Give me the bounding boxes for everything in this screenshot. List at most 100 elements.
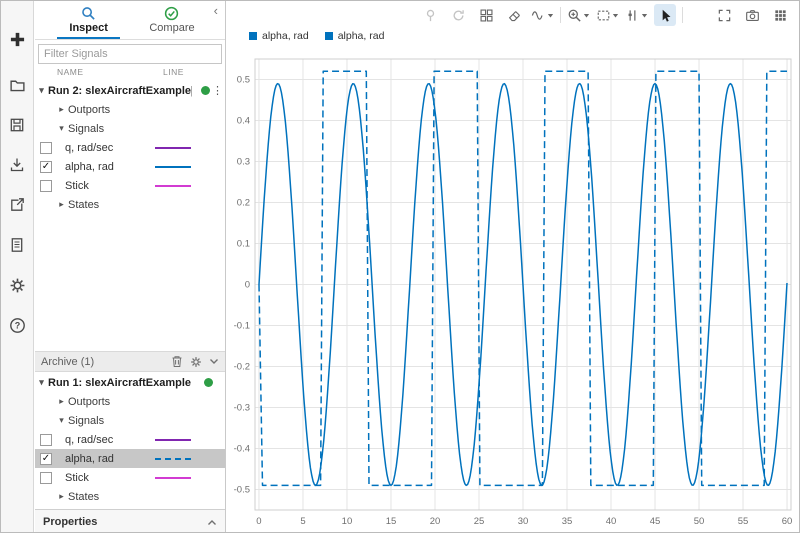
signal-table-header: NAME LINE xyxy=(35,67,225,80)
time-plot-canvas[interactable]: 051015202530354045505560-0.5-0.4-0.3-0.2… xyxy=(227,27,800,533)
group-row-outports[interactable]: ▸ Outports xyxy=(35,392,225,411)
panel-tabs: Inspect Compare ‹ xyxy=(35,1,225,40)
signal-checkbox[interactable] xyxy=(40,180,52,192)
clear-plots-button[interactable] xyxy=(503,4,525,26)
svg-text:40: 40 xyxy=(606,516,617,527)
create-report-button[interactable] xyxy=(7,235,27,255)
group-row-signals[interactable]: ▾ Signals xyxy=(35,411,225,430)
tab-inspect-label: Inspect xyxy=(69,22,108,34)
group-label: States xyxy=(68,199,99,211)
caret-down-icon xyxy=(641,12,648,19)
svg-text:45: 45 xyxy=(650,516,661,527)
import-button[interactable] xyxy=(7,155,27,175)
signal-style-button[interactable] xyxy=(531,4,554,26)
run-row[interactable]: ▾ Run 2: slexAircraftExample[Current] ⋮ xyxy=(35,81,225,100)
chevron-up-icon[interactable] xyxy=(207,519,217,526)
chevron-down-icon[interactable] xyxy=(209,358,219,365)
column-line: LINE xyxy=(163,67,184,77)
run-title: Run 2: slexAircraftExample[Current] xyxy=(48,85,192,97)
camera-icon xyxy=(745,8,760,23)
download-icon xyxy=(9,157,25,173)
group-row-states[interactable]: ▸ States xyxy=(35,487,225,506)
legend-item[interactable]: alpha, rad xyxy=(325,30,385,42)
save-icon xyxy=(9,117,25,133)
search-icon xyxy=(81,6,96,21)
toolbar-separator xyxy=(682,7,683,23)
svg-text:30: 30 xyxy=(518,516,529,527)
chevron-right-icon[interactable]: ▸ xyxy=(55,396,68,407)
pointer-icon xyxy=(658,8,673,23)
maximize-button[interactable] xyxy=(713,4,735,26)
archive-header[interactable]: Archive (1) xyxy=(35,351,225,372)
chevron-right-icon[interactable]: ▸ xyxy=(55,199,68,210)
run-status-dot xyxy=(201,86,210,95)
kebab-menu-icon[interactable]: ⋮ xyxy=(210,84,225,97)
signal-row-selected[interactable]: ✓ alpha, rad xyxy=(35,449,225,468)
save-button[interactable] xyxy=(7,115,27,135)
chevron-down-icon[interactable]: ▾ xyxy=(35,85,48,96)
legend-label: alpha, rad xyxy=(262,30,309,42)
plot-toolbar xyxy=(227,1,799,29)
layout-options-button[interactable] xyxy=(769,4,791,26)
run-row[interactable]: ▾ Run 1: slexAircraftExample xyxy=(35,373,225,392)
chevron-down-icon[interactable]: ▾ xyxy=(55,415,68,426)
eraser-icon xyxy=(507,8,522,23)
chevron-down-icon[interactable]: ▾ xyxy=(35,377,48,388)
snapshot-button[interactable] xyxy=(741,4,763,26)
signal-checkbox[interactable]: ✓ xyxy=(40,161,52,173)
folder-icon xyxy=(9,77,26,94)
wave-icon xyxy=(531,8,546,23)
run-status-dot xyxy=(204,378,213,387)
chevron-down-icon[interactable]: ▾ xyxy=(55,123,68,134)
signal-checkbox[interactable] xyxy=(40,142,52,154)
group-label: Outports xyxy=(68,396,110,408)
add-button[interactable] xyxy=(7,29,27,49)
properties-label: Properties xyxy=(43,516,97,528)
group-row-signals[interactable]: ▾ Signals xyxy=(35,119,225,138)
pointer-button[interactable] xyxy=(654,4,676,26)
column-name: NAME xyxy=(57,67,84,77)
help-button[interactable]: ? xyxy=(7,315,27,335)
signal-row[interactable]: Stick xyxy=(35,468,225,487)
svg-text:-0.4: -0.4 xyxy=(234,444,250,455)
pin-button xyxy=(419,4,441,26)
collapse-panel-icon[interactable]: ‹ xyxy=(214,1,225,39)
trash-icon[interactable] xyxy=(171,355,183,368)
group-label: Outports xyxy=(68,104,110,116)
signal-checkbox[interactable] xyxy=(40,434,52,446)
chevron-right-icon[interactable]: ▸ xyxy=(55,104,68,115)
svg-text:60: 60 xyxy=(782,516,793,527)
fit-to-view-button[interactable] xyxy=(596,4,619,26)
export-button[interactable] xyxy=(7,195,27,215)
tab-compare-label: Compare xyxy=(149,22,194,34)
group-row-outports[interactable]: ▸ Outports xyxy=(35,100,225,119)
legend-item[interactable]: alpha, rad xyxy=(249,30,309,42)
tab-compare[interactable]: Compare xyxy=(130,1,213,39)
check-icon: ✓ xyxy=(42,162,50,172)
archive-settings-icon[interactable] xyxy=(190,356,202,368)
signal-row[interactable]: q, rad/sec xyxy=(35,430,225,449)
replay-button xyxy=(447,4,469,26)
data-cursors-button[interactable] xyxy=(625,4,648,26)
svg-text:-0.5: -0.5 xyxy=(234,485,250,496)
zoom-in-button[interactable] xyxy=(567,4,590,26)
signal-row[interactable]: ✓ alpha, rad xyxy=(35,157,225,176)
tab-inspect[interactable]: Inspect xyxy=(47,1,130,39)
subplot-layout-button[interactable] xyxy=(475,4,497,26)
signal-line-sample xyxy=(155,185,191,187)
open-button[interactable] xyxy=(7,75,27,95)
signal-row[interactable]: Stick xyxy=(35,176,225,195)
preferences-button[interactable] xyxy=(7,275,27,295)
group-row-states[interactable]: ▸ States xyxy=(35,195,225,214)
run-title: Run 1: slexAircraftExample xyxy=(48,377,191,389)
signal-checkbox[interactable]: ✓ xyxy=(40,453,52,465)
filter-signals-input[interactable] xyxy=(38,44,222,64)
legend-label: alpha, rad xyxy=(338,30,385,42)
signal-checkbox[interactable] xyxy=(40,472,52,484)
properties-header[interactable]: Properties xyxy=(35,509,225,533)
signal-line-sample xyxy=(155,439,191,441)
svg-text:50: 50 xyxy=(694,516,705,527)
chevron-right-icon[interactable]: ▸ xyxy=(55,491,68,502)
signal-row[interactable]: q, rad/sec xyxy=(35,138,225,157)
signal-line-sample xyxy=(155,458,191,460)
